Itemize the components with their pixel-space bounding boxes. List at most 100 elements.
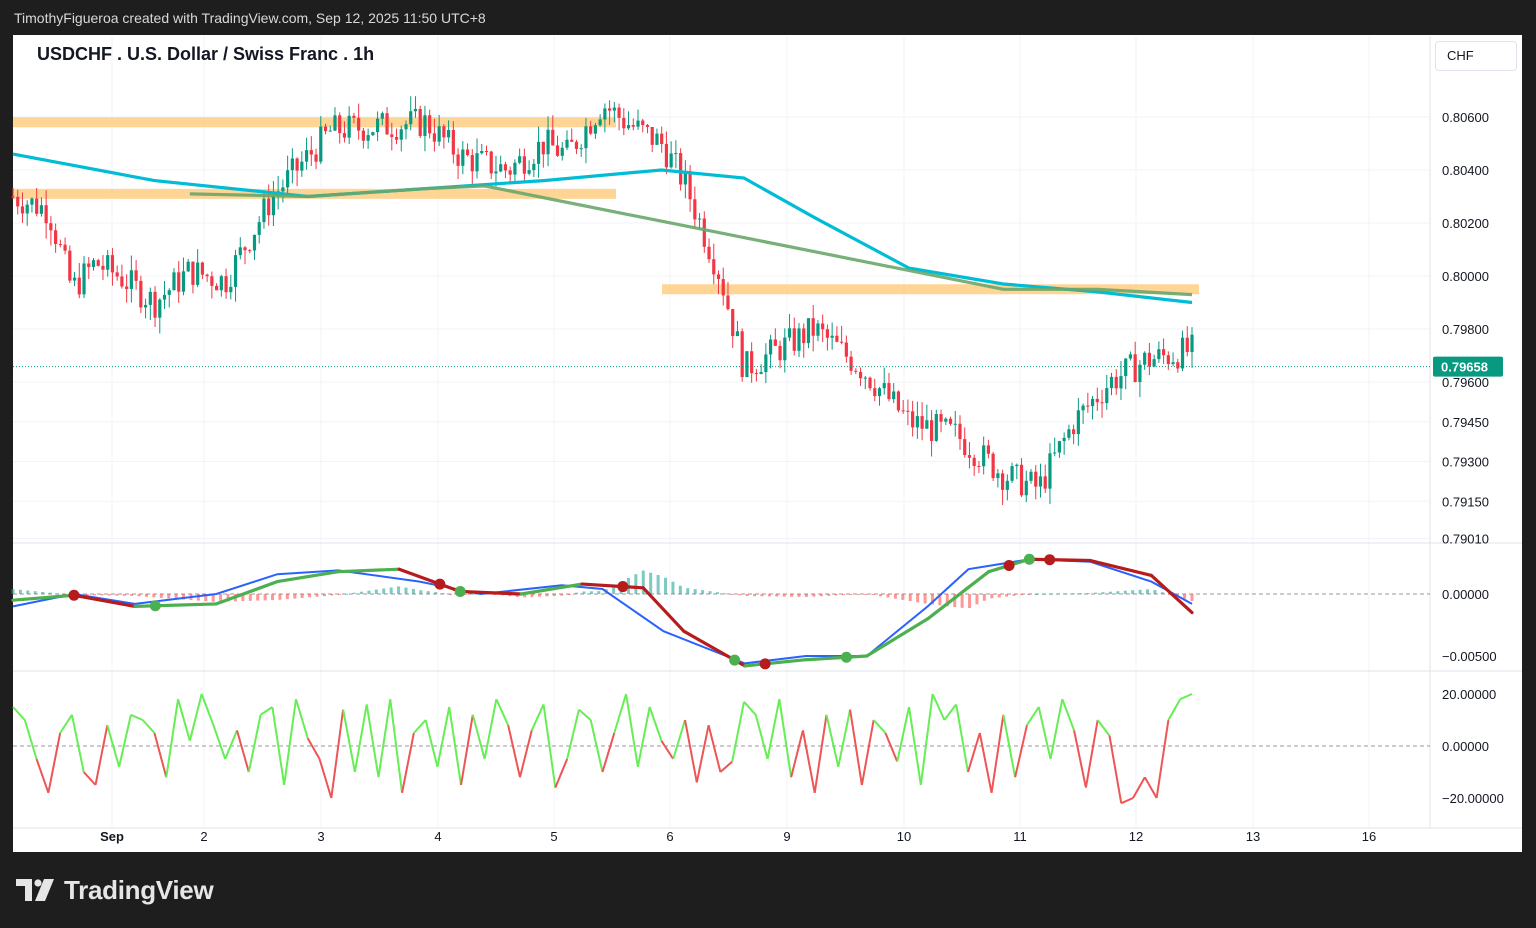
tradingview-logo[interactable]: TradingView xyxy=(16,875,214,905)
candle-body xyxy=(461,149,465,166)
candle-body xyxy=(958,423,962,440)
macd-histogram-bar xyxy=(382,588,386,594)
osc-segment xyxy=(1026,706,1040,726)
candle-body xyxy=(409,111,413,125)
candle-body xyxy=(262,198,266,223)
osc-segment xyxy=(967,732,981,773)
candle-body xyxy=(972,457,976,466)
oscillator-pane xyxy=(12,693,1430,805)
osc-segment xyxy=(766,699,781,760)
macd-histogram-bar xyxy=(552,594,556,596)
osc-segment xyxy=(1061,698,1076,731)
last-price-label: 0.79658 xyxy=(1441,360,1488,375)
candle-body xyxy=(598,119,602,126)
candle-body xyxy=(371,132,375,136)
macd-histogram-bar xyxy=(1019,594,1023,595)
candle-body xyxy=(934,414,938,441)
osc-segment xyxy=(919,693,934,786)
candle-body xyxy=(82,263,86,295)
candle-body xyxy=(858,371,863,379)
time-axis[interactable]: Sep 2 3 4 5 6 9 10 11 12 13 16 xyxy=(100,829,1376,844)
candle-body xyxy=(252,234,257,251)
macd-tick-label: −0.00500 xyxy=(1442,649,1497,664)
candle-body xyxy=(655,133,659,145)
macd-histogram-bar xyxy=(159,594,163,598)
candle-body xyxy=(238,247,242,256)
osc-segment xyxy=(236,730,250,773)
candle-body xyxy=(593,125,597,134)
macd-histogram-bar xyxy=(782,594,786,597)
macd-histogram-bar xyxy=(271,594,275,601)
candle-body xyxy=(44,205,48,224)
macd-histogram-bar xyxy=(975,594,979,605)
candle-body xyxy=(470,155,474,172)
osc-segment xyxy=(365,704,380,778)
candle-body xyxy=(494,171,498,174)
price-axis[interactable]: 0.80600 0.80400 0.80200 0.80000 0.79800 0.796… xyxy=(1433,110,1504,806)
candle-body xyxy=(129,270,133,289)
macd-histogram-bar xyxy=(730,594,734,595)
candle-body xyxy=(233,255,238,287)
candle-body xyxy=(148,291,152,305)
chart-canvas[interactable]: 0.80600 0.80400 0.80200 0.80000 0.79800 0.796… xyxy=(0,0,1536,928)
candle-body xyxy=(707,246,711,260)
osc-segment xyxy=(860,719,875,786)
macd-histogram-bar xyxy=(775,594,779,597)
candle-body xyxy=(697,218,702,220)
candle-body xyxy=(1147,352,1151,367)
macd-histogram-bar xyxy=(864,594,868,595)
price-tick-label: 0.79010 xyxy=(1442,531,1489,546)
candle-body xyxy=(863,377,867,379)
macd-histogram-bar xyxy=(55,593,59,595)
candle-body xyxy=(352,115,356,118)
macd-histogram-bar xyxy=(337,594,341,595)
candle-body xyxy=(328,130,332,132)
macd-histogram-bar xyxy=(411,588,415,594)
candle-body xyxy=(342,133,347,138)
candle-body xyxy=(882,383,886,389)
macd-histogram-bar xyxy=(352,592,356,594)
macd-histogram-bar xyxy=(1160,592,1164,594)
candle-body xyxy=(873,388,877,397)
moving-averages-layer xyxy=(12,152,1430,368)
currency-button[interactable]: CHF xyxy=(1435,41,1517,71)
candle-body xyxy=(1109,376,1114,389)
osc-segment xyxy=(483,699,498,760)
macd-histogram-bar xyxy=(1049,593,1053,595)
candle-body xyxy=(115,272,119,277)
candle-body xyxy=(68,250,72,281)
candle-body xyxy=(892,391,896,400)
candle-body xyxy=(484,151,489,153)
candle-body xyxy=(87,263,91,268)
candle-body xyxy=(196,262,200,285)
candle-body xyxy=(357,117,361,131)
candle-body xyxy=(385,113,389,135)
candle-body xyxy=(475,153,479,172)
candle-body xyxy=(1067,429,1071,438)
price-tick-label: 0.80000 xyxy=(1442,269,1489,284)
candle-body xyxy=(134,270,138,281)
price-tick-label: 0.80200 xyxy=(1442,216,1489,231)
candle-body xyxy=(603,108,607,120)
cross-marker xyxy=(68,589,80,601)
candle-body xyxy=(447,129,451,138)
candle-body xyxy=(816,323,820,336)
osc-segment xyxy=(1179,693,1193,701)
osc-segment xyxy=(306,737,321,760)
candle-body xyxy=(110,255,115,273)
signal-line-segment xyxy=(336,567,401,574)
symbol-title[interactable]: USDCHF . U.S. Dollar / Swiss Franc . 1h xyxy=(37,44,374,65)
macd-histogram-bar xyxy=(738,594,742,596)
candle-body xyxy=(617,107,621,118)
candle-body xyxy=(977,465,981,467)
macd-histogram-bar xyxy=(300,594,304,598)
osc-segment xyxy=(413,719,427,734)
macd-histogram-bar xyxy=(1146,589,1150,594)
candle-body xyxy=(712,259,716,275)
time-tick-label: 13 xyxy=(1246,829,1260,844)
time-tick-label: 5 xyxy=(550,829,557,844)
candle-body xyxy=(101,265,105,270)
macd-histogram-bar xyxy=(760,594,764,597)
macd-histogram-bar xyxy=(100,594,104,596)
candle-body xyxy=(39,205,44,214)
